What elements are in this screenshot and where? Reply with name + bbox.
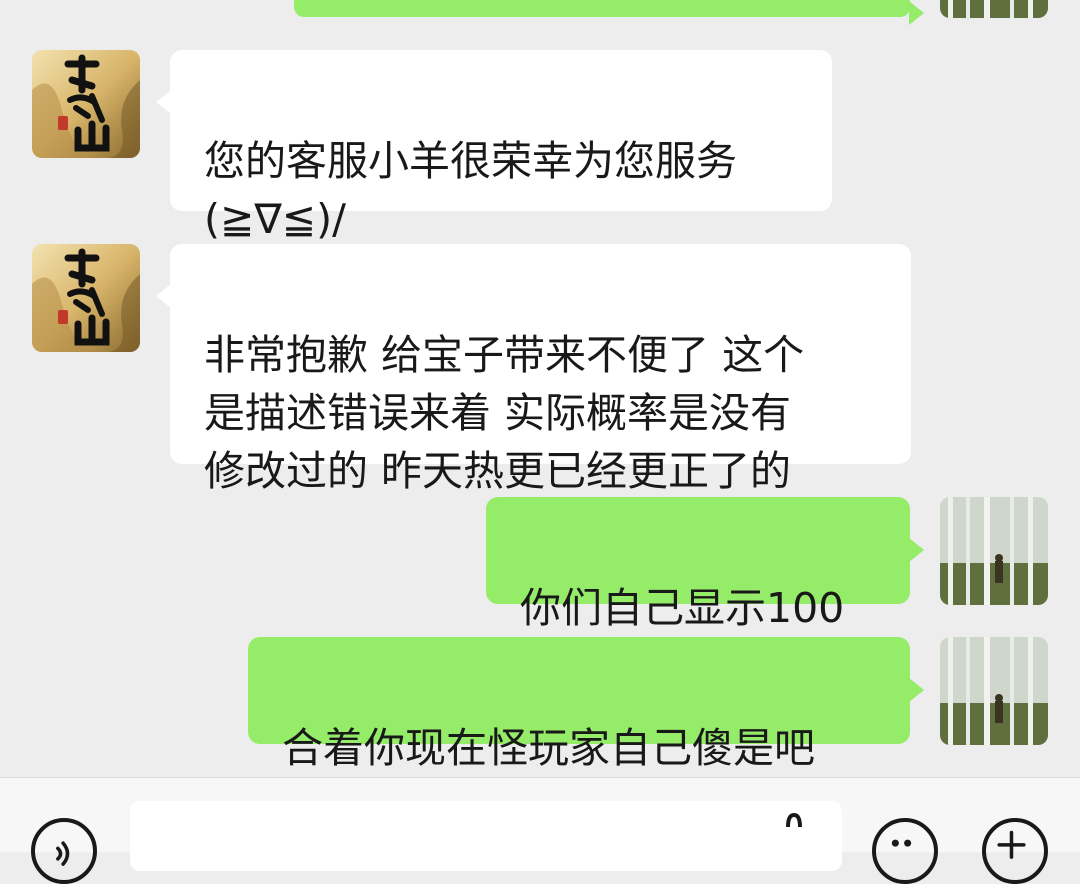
agent-avatar[interactable] — [32, 50, 140, 158]
emoji-button[interactable] — [872, 818, 938, 884]
message-bubble-outgoing[interactable] — [294, 0, 924, 25]
more-button[interactable] — [982, 818, 1048, 884]
voice-button[interactable] — [31, 818, 97, 884]
cursor-handle-icon — [786, 812, 802, 828]
input-bar — [0, 777, 1080, 884]
message-text: 非常抱歉 给宝子带来不便了 这个 是描述错误来着 实际概率是没有 修改过的 昨天… — [204, 331, 805, 495]
birch-forest-photo-icon — [940, 637, 1048, 745]
plus-icon — [997, 830, 1026, 859]
game-logo-icon — [32, 244, 140, 352]
emoji-icon — [891, 839, 912, 847]
voice-icon — [56, 841, 70, 866]
user-avatar[interactable] — [940, 497, 1048, 605]
agent-avatar[interactable] — [32, 244, 140, 352]
game-logo-icon — [32, 50, 140, 158]
user-avatar[interactable] — [940, 0, 1048, 18]
birch-forest-photo-icon — [940, 0, 1048, 18]
message-input[interactable] — [130, 801, 842, 871]
message-bubble-outgoing[interactable]: 合着你现在怪玩家自己傻是吧 — [248, 637, 924, 772]
birch-forest-photo-icon — [940, 497, 1048, 605]
message-text: 你们自己显示100 — [520, 584, 845, 632]
message-bubble-incoming[interactable]: 非常抱歉 给宝子带来不便了 这个 是描述错误来着 实际概率是没有 修改过的 昨天… — [156, 244, 911, 495]
user-avatar[interactable] — [940, 637, 1048, 745]
message-bubble-outgoing[interactable]: 你们自己显示100 — [486, 497, 924, 632]
message-text: 合着你现在怪玩家自己傻是吧 — [282, 724, 815, 772]
message-bubble-incoming[interactable]: 您的客服小羊很荣幸为您服务 (≧∇≦)/ — [156, 50, 832, 243]
message-text: 您的客服小羊很荣幸为您服务 (≧∇≦)/ — [204, 137, 737, 243]
